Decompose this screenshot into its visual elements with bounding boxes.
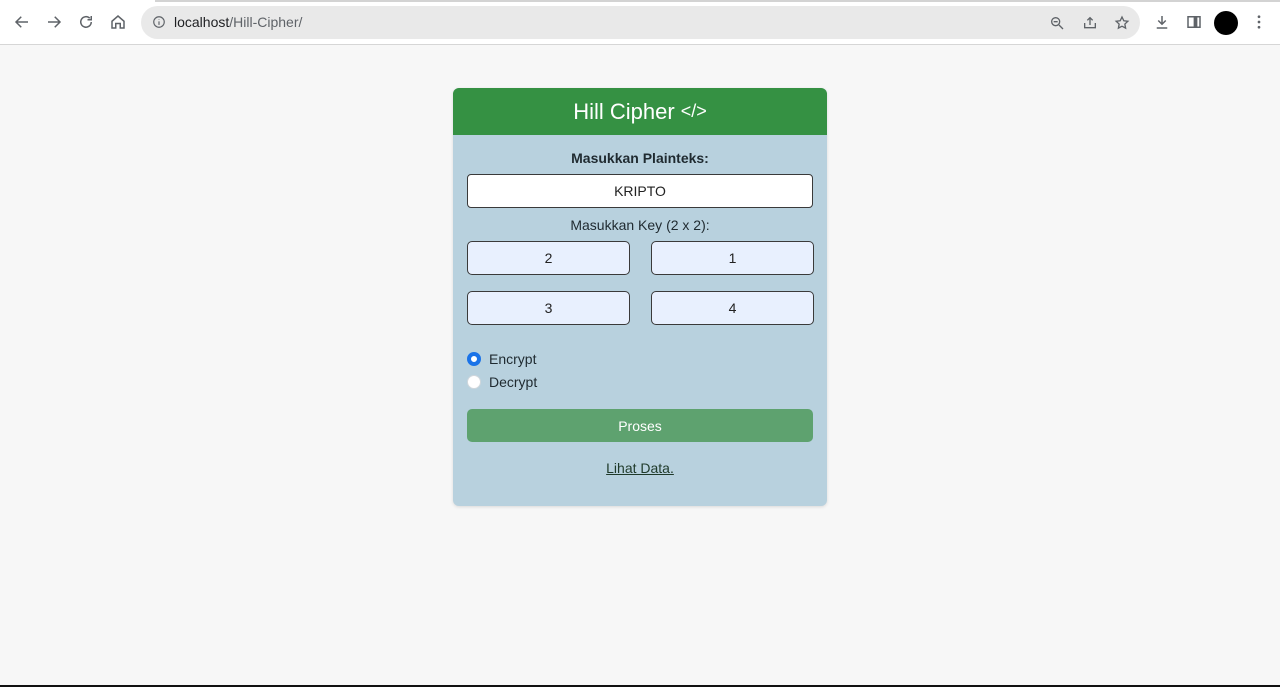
key-input-0-0[interactable] [467,241,630,275]
key-input-0-1[interactable] [651,241,814,275]
hill-cipher-card: Hill Cipher </> Masukkan Plainteks: Masu… [453,88,827,506]
key-label: Masukkan Key (2 x 2): [570,217,710,233]
tab-strip [155,0,1280,2]
zoom-icon[interactable] [1047,13,1067,33]
url-host: localhost [174,14,230,30]
side-panel-icon[interactable] [1180,8,1208,36]
back-icon[interactable] [8,8,36,36]
menu-kebab-icon[interactable] [1245,8,1273,36]
address-bar[interactable]: localhost/Hill-Cipher/ [141,6,1140,39]
home-icon[interactable] [104,8,132,36]
key-input-1-1[interactable] [651,291,814,325]
encrypt-radio[interactable] [467,352,481,366]
plaintext-input[interactable] [467,174,813,208]
encrypt-option[interactable]: Encrypt [467,351,536,367]
browser-toolbar: localhost/Hill-Cipher/ [0,0,1280,45]
site-info-icon[interactable] [151,14,167,30]
encrypt-label: Encrypt [489,351,537,367]
plaintext-label: Masukkan Plainteks: [571,150,709,166]
share-icon[interactable] [1080,13,1100,33]
forward-icon[interactable] [40,8,68,36]
reload-icon[interactable] [72,8,100,36]
url-text[interactable]: localhost/Hill-Cipher/ [174,14,302,30]
card-header: Hill Cipher </> [453,88,827,135]
decrypt-label: Decrypt [489,374,538,390]
decrypt-radio[interactable] [467,375,481,389]
download-icon[interactable] [1148,8,1176,36]
code-icon: </> [680,101,707,121]
bookmark-star-icon[interactable] [1112,13,1132,33]
page-title: Hill Cipher [573,98,675,124]
url-path: /Hill-Cipher/ [229,14,303,30]
profile-avatar[interactable] [1214,11,1238,35]
decrypt-option[interactable]: Decrypt [467,374,537,390]
proses-button[interactable]: Proses [467,409,813,442]
lihat-data-link[interactable]: Lihat Data. [453,460,827,476]
key-input-1-0[interactable] [467,291,630,325]
